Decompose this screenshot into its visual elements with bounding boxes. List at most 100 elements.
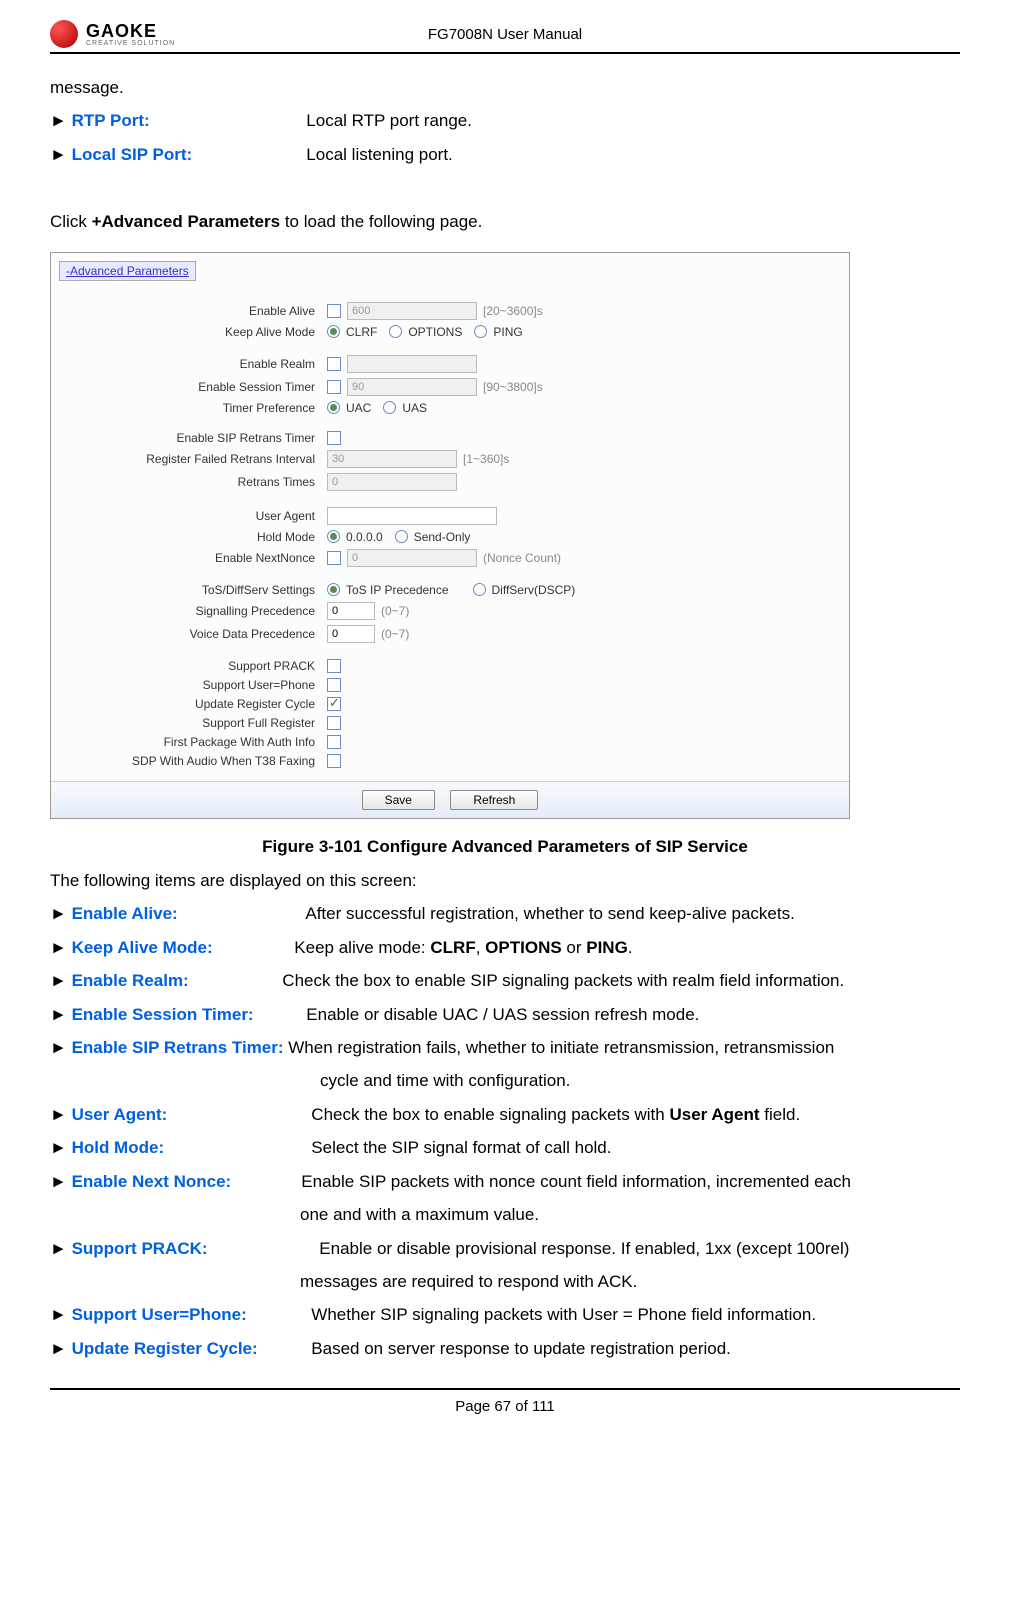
support-userphone-desc: Whether SIP signaling packets with User … — [311, 1305, 816, 1324]
hint-voice-precedence: (0~7) — [381, 627, 409, 641]
hint-reg-failed-retrans: [1~360]s — [463, 452, 509, 466]
cb-update-reg-cycle[interactable] — [327, 697, 341, 711]
lbl-support-full-reg: Support Full Register — [67, 716, 327, 730]
lbl-support-prack: Support PRACK — [67, 659, 327, 673]
description-block: The following items are displayed on thi… — [50, 865, 960, 1365]
rb-uas[interactable] — [383, 401, 396, 414]
cb-sip-retrans[interactable] — [327, 431, 341, 445]
enable-sip-retrans-desc2: cycle and time with configuration. — [50, 1065, 960, 1096]
intro-block: message. ► RTP Port: Local RTP port rang… — [50, 72, 960, 238]
arrow-icon: ► — [50, 111, 72, 130]
lbl-support-userphone: Support User=Phone — [67, 678, 327, 692]
support-prack-label: Support PRACK: — [72, 1233, 315, 1264]
lbl-enable-nextnonce: Enable NextNonce — [67, 551, 327, 565]
enable-next-nonce-desc2: one and with a maximum value. — [50, 1199, 960, 1230]
rb-uac[interactable] — [327, 401, 340, 414]
enable-realm-label: Enable Realm: — [72, 965, 278, 996]
input-retrans-times[interactable] — [327, 473, 457, 491]
lbl-update-reg-cycle: Update Register Cycle — [67, 697, 327, 711]
click-bold: +Advanced Parameters — [92, 212, 281, 231]
lbl-reg-failed-retrans: Register Failed Retrans Interval — [67, 452, 327, 466]
enable-realm-desc: Check the box to enable SIP signaling pa… — [282, 971, 844, 990]
click-pre: Click — [50, 212, 92, 231]
enable-sip-retrans-label: Enable SIP Retrans Timer: — [72, 1038, 284, 1057]
input-session-timer[interactable] — [347, 378, 477, 396]
lbl-user-agent: User Agent — [67, 509, 327, 523]
rb-hold-sendonly[interactable] — [395, 530, 408, 543]
cb-enable-alive[interactable] — [327, 304, 341, 318]
cb-support-prack[interactable] — [327, 659, 341, 673]
enable-session-timer-label: Enable Session Timer: — [72, 999, 302, 1030]
rb-tos-ip[interactable] — [327, 583, 340, 596]
lbl-tos-settings: ToS/DiffServ Settings — [67, 583, 327, 597]
refresh-button[interactable]: Refresh — [450, 790, 538, 810]
arrow-icon: ► — [50, 1339, 72, 1358]
input-user-agent[interactable] — [327, 507, 497, 525]
arrow-icon: ► — [50, 938, 72, 957]
enable-next-nonce-label: Enable Next Nonce: — [72, 1166, 297, 1197]
keep-alive-desc-pre: Keep alive mode: — [294, 938, 430, 957]
local-sip-port-desc: Local listening port. — [306, 145, 452, 164]
message-line: message. — [50, 72, 960, 103]
cb-enable-realm[interactable] — [327, 357, 341, 371]
arrow-icon: ► — [50, 1005, 72, 1024]
page-header: GAOKE CREATIVE SOLUTION FG7008N User Man… — [50, 20, 960, 54]
rb-hold-0000[interactable] — [327, 530, 340, 543]
rb-clrf[interactable] — [327, 325, 340, 338]
lbl-voice-precedence: Voice Data Precedence — [67, 627, 327, 641]
enable-alive-label: Enable Alive: — [72, 898, 302, 929]
cb-enable-session-timer[interactable] — [327, 380, 341, 394]
arrow-icon: ► — [50, 904, 72, 923]
advanced-params-screenshot: -Advanced Parameters Enable Alive [20~36… — [50, 252, 850, 819]
input-nextnonce[interactable] — [347, 549, 477, 567]
lbl-hold-mode: Hold Mode — [67, 530, 327, 544]
enable-next-nonce-desc1: Enable SIP packets with nonce count fiel… — [301, 1172, 851, 1191]
hint-nextnonce: (Nonce Count) — [483, 551, 561, 565]
local-sip-port-label: Local SIP Port: — [72, 139, 302, 170]
arrow-icon: ► — [50, 1105, 72, 1124]
lbl-enable-alive: Enable Alive — [67, 304, 327, 318]
logo-text: GAOKE — [86, 21, 175, 42]
rb-options[interactable] — [389, 325, 402, 338]
lbl-enable-session-timer: Enable Session Timer — [67, 380, 327, 394]
hold-mode-desc: Select the SIP signal format of call hol… — [311, 1138, 611, 1157]
cb-sdp-audio-t38[interactable] — [327, 754, 341, 768]
input-voice-precedence[interactable] — [327, 625, 375, 643]
user-agent-label: User Agent: — [72, 1099, 307, 1130]
rtp-port-desc: Local RTP port range. — [306, 111, 472, 130]
arrow-icon: ► — [50, 145, 72, 164]
support-userphone-label: Support User=Phone: — [72, 1299, 307, 1330]
save-button[interactable]: Save — [362, 790, 435, 810]
rb-diffserv[interactable] — [473, 583, 486, 596]
arrow-icon: ► — [50, 1038, 72, 1057]
rb-ping[interactable] — [474, 325, 487, 338]
click-post: to load the following page. — [280, 212, 482, 231]
hint-sig-precedence: (0~7) — [381, 604, 409, 618]
input-sig-precedence[interactable] — [327, 602, 375, 620]
cb-support-full-reg[interactable] — [327, 716, 341, 730]
cb-support-userphone[interactable] — [327, 678, 341, 692]
desc-intro: The following items are displayed on thi… — [50, 865, 960, 896]
input-enable-alive[interactable] — [347, 302, 477, 320]
lbl-timer-preference: Timer Preference — [67, 401, 327, 415]
cb-first-pkg-auth[interactable] — [327, 735, 341, 749]
advanced-params-link[interactable]: -Advanced Parameters — [59, 261, 196, 281]
enable-session-timer-desc: Enable or disable UAC / UAS session refr… — [306, 1005, 699, 1024]
arrow-icon: ► — [50, 971, 72, 990]
hint-session-timer: [90~3800]s — [483, 380, 543, 394]
hint-enable-alive: [20~3600]s — [483, 304, 543, 318]
input-reg-failed-retrans[interactable] — [327, 450, 457, 468]
arrow-icon: ► — [50, 1305, 72, 1324]
arrow-icon: ► — [50, 1239, 72, 1258]
cb-nextnonce[interactable] — [327, 551, 341, 565]
lbl-retrans-times: Retrans Times — [67, 475, 327, 489]
lbl-sig-precedence: Signalling Precedence — [67, 604, 327, 618]
keep-alive-label: Keep Alive Mode: — [72, 932, 290, 963]
update-reg-cycle-desc: Based on server response to update regis… — [311, 1339, 731, 1358]
lbl-first-pkg-auth: First Package With Auth Info — [67, 735, 327, 749]
arrow-icon: ► — [50, 1172, 72, 1191]
input-enable-realm[interactable] — [347, 355, 477, 373]
arrow-icon: ► — [50, 1138, 72, 1157]
enable-alive-desc: After successful registration, whether t… — [305, 904, 794, 923]
logo-subtitle: CREATIVE SOLUTION — [86, 40, 175, 47]
